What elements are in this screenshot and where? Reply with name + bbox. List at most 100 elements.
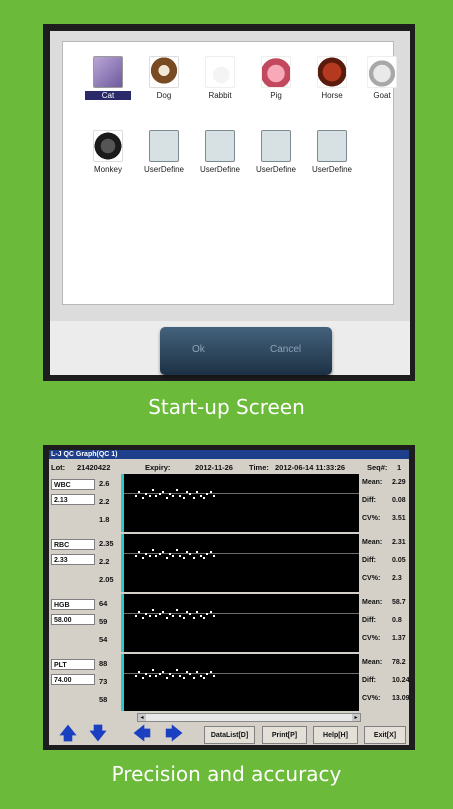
qc-data-point [165, 497, 168, 499]
qc-data-point [206, 673, 209, 675]
limit-target: 59 [99, 617, 108, 626]
animal-option-userdefine-3[interactable]: UserDefine [253, 130, 299, 174]
stat-cv-hgb: 1.37 [392, 635, 406, 642]
user-define-icon [317, 130, 347, 162]
stat-label: Diff: [362, 497, 376, 504]
animal-label: Monkey [93, 165, 122, 174]
qc-data-point [199, 615, 202, 617]
animal-label: Dog [156, 91, 172, 100]
datalist-button[interactable]: DataList[D] [204, 726, 255, 744]
limit-target: 2.2 [99, 497, 110, 506]
exit-button[interactable]: Exit[X] [364, 726, 406, 744]
scroll-left-icon[interactable]: ◂ [138, 714, 146, 721]
qc-data-point [165, 617, 168, 619]
print-button[interactable]: Print[P] [262, 726, 307, 744]
dog-icon [149, 56, 179, 88]
qc-data-point [186, 611, 188, 613]
animal-option-rabbit[interactable]: Rabbit [197, 56, 243, 100]
qc-data-point [145, 673, 148, 675]
qc-data-point [192, 617, 195, 619]
animal-label: UserDefine [255, 165, 296, 174]
cancel-button[interactable]: Cancel [270, 344, 301, 355]
qc-data-point [209, 671, 212, 673]
qc-data-point [179, 495, 182, 497]
goat-icon [367, 56, 397, 88]
animal-label: Cat [85, 91, 131, 100]
lot-value: 21420422 [77, 463, 111, 472]
animal-label: Goat [373, 91, 391, 100]
qc-data-point [145, 613, 148, 615]
limit-upper: 2.35 [99, 539, 114, 548]
window-title: L-J QC Graph(QC 1) [49, 450, 409, 459]
qc-data-point [189, 613, 192, 615]
qc-data-point [179, 555, 182, 557]
limit-upper: 2.6 [99, 479, 110, 488]
scroll-right-icon[interactable]: ▸ [352, 714, 360, 721]
ok-button[interactable]: Ok [192, 344, 205, 355]
time-label: Time: [249, 463, 269, 472]
stat-diff-hgb: 0.8 [392, 617, 402, 624]
qc-data-point [206, 493, 209, 495]
animal-option-cat[interactable]: Cat [85, 56, 131, 100]
qc-data-point [148, 555, 151, 557]
qc-data-point [203, 557, 205, 559]
param-value-wbc: 2.13 [51, 494, 95, 505]
monkey-icon [93, 130, 123, 162]
qc-data-point [189, 673, 192, 675]
qc-data-point [158, 613, 161, 615]
up-arrow-icon[interactable]: 🡅 [55, 724, 81, 744]
startup-screen-panel: Cat Dog Rabbit Pig Horse Goat Monkey Use… [43, 24, 415, 381]
rabbit-icon [205, 56, 235, 88]
qc-data-point [209, 491, 212, 493]
qc-data-point [175, 669, 178, 671]
qc-data-point [158, 673, 161, 675]
stat-label: CV%: [362, 695, 381, 702]
qc-data-point [199, 555, 202, 557]
param-value-plt: 74.00 [51, 674, 95, 685]
qc-data-point [196, 671, 199, 673]
limit-lower: 54 [99, 635, 108, 644]
qc-data-point [213, 675, 216, 677]
qc-data-point [158, 553, 161, 555]
help-button[interactable]: Help[H] [313, 726, 358, 744]
qc-data-point [169, 553, 171, 555]
qc-data-point [199, 675, 202, 677]
qc-data-point [141, 617, 144, 619]
animal-option-pig[interactable]: Pig [253, 56, 299, 100]
stat-label: Diff: [362, 557, 376, 564]
animal-option-goat[interactable]: Goat [359, 56, 405, 100]
qc-data-point [145, 493, 148, 495]
qc-data-point [148, 495, 151, 497]
qc-data-point [172, 615, 175, 617]
stat-diff-plt: 10.24 [392, 677, 410, 684]
qc-data-point [203, 497, 205, 499]
stat-label: Diff: [362, 677, 376, 684]
qc-data-point [158, 493, 161, 495]
stat-diff-wbc: 0.08 [392, 497, 406, 504]
animal-option-horse[interactable]: Horse [309, 56, 355, 100]
animal-option-userdefine-4[interactable]: UserDefine [309, 130, 355, 174]
left-arrow-icon[interactable]: 🡄 [129, 724, 155, 744]
qc-data-point [169, 613, 171, 615]
down-arrow-icon[interactable]: 🡇 [85, 724, 111, 744]
animal-option-userdefine-1[interactable]: UserDefine [141, 130, 187, 174]
qc-data-point [203, 617, 205, 619]
qc-data-point [155, 495, 158, 497]
right-arrow-icon[interactable]: 🡆 [161, 724, 187, 744]
horse-icon [317, 56, 347, 88]
stat-label: Mean: [362, 479, 383, 486]
animal-label: Rabbit [208, 91, 232, 100]
animal-option-dog[interactable]: Dog [141, 56, 187, 100]
animal-option-userdefine-2[interactable]: UserDefine [197, 130, 243, 174]
limit-lower: 1.8 [99, 515, 110, 524]
animal-option-monkey[interactable]: Monkey [85, 130, 131, 174]
horizontal-scrollbar[interactable]: ◂ ▸ [137, 713, 361, 722]
qc-data-point [203, 677, 205, 679]
animal-label: Horse [321, 91, 343, 100]
qc-graph-panel: L-J QC Graph(QC 1) Lot: 21420422 Expiry:… [43, 445, 415, 750]
lot-label: Lot: [51, 463, 66, 472]
qc-data-point [182, 677, 185, 679]
qc-data-point [186, 671, 188, 673]
qc-data-point [152, 489, 154, 491]
qc-data-point [213, 615, 216, 617]
